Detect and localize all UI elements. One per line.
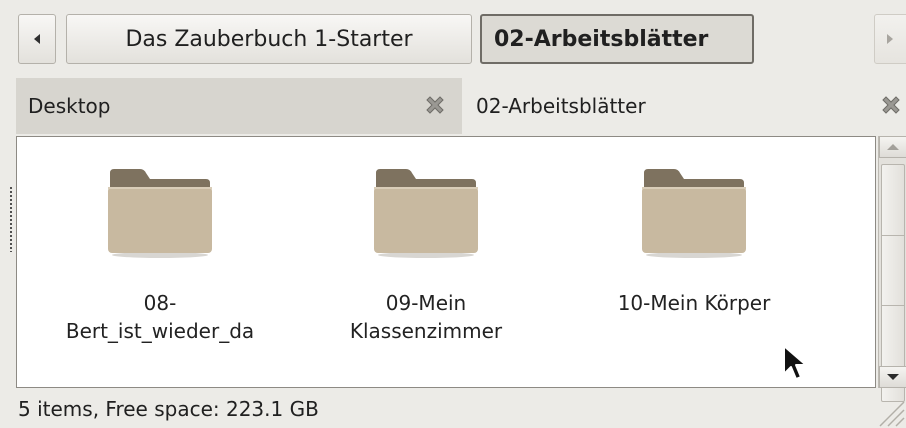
tab-arbeitsblaetter[interactable]: 02-Arbeitsblätter (462, 78, 906, 134)
resize-grip-icon[interactable] (874, 396, 906, 428)
mouse-cursor-icon (783, 345, 807, 380)
path-crumb-zauberbuch[interactable]: Das Zauberbuch 1-Starter (66, 14, 472, 64)
tab-desktop[interactable]: Desktop (16, 78, 462, 134)
status-text: 5 items, Free space: 223.1 GB (18, 397, 319, 421)
folder-item[interactable]: 08- Bert_ist_wieder_da (27, 159, 293, 345)
folder-icon (374, 169, 478, 258)
path-crumb-arbeitsblaetter[interactable]: 02-Arbeitsblätter (480, 14, 754, 64)
status-bar: 5 items, Free space: 223.1 GB (0, 390, 906, 428)
arrow-down-icon (887, 374, 899, 380)
tab-arbeitsblaetter-label: 02-Arbeitsblätter (476, 94, 646, 118)
tab-desktop-label: Desktop (28, 94, 111, 118)
folder-item[interactable]: 09-Mein Klassenzimmer (293, 159, 559, 345)
path-bar: Das Zauberbuch 1-Starter 02-Arbeitsblätt… (0, 0, 906, 76)
arrow-left-icon (34, 34, 40, 44)
vertical-scrollbar[interactable] (878, 136, 906, 402)
folder-icon (108, 169, 212, 258)
folder-item[interactable]: 10-Mein Körper (561, 159, 827, 317)
pane-resize-grip[interactable] (9, 186, 13, 252)
folder-label: 08- Bert_ist_wieder_da (65, 291, 255, 343)
folder-label: 10-Mein Körper (617, 291, 771, 315)
folder-label: 09-Mein Klassenzimmer (349, 291, 503, 343)
arrow-up-icon (887, 144, 899, 150)
path-scroll-right-button[interactable] (874, 14, 906, 64)
close-icon[interactable] (422, 92, 448, 118)
arrow-right-icon (887, 34, 893, 44)
path-scroll-left-button[interactable] (18, 14, 56, 64)
close-icon[interactable] (878, 92, 904, 118)
file-view[interactable]: 08- Bert_ist_wieder_da 09-Mein Klassenzi… (16, 136, 876, 388)
scroll-up-button[interactable] (879, 136, 906, 158)
folder-icon (642, 169, 746, 258)
scroll-down-button[interactable] (879, 366, 906, 388)
